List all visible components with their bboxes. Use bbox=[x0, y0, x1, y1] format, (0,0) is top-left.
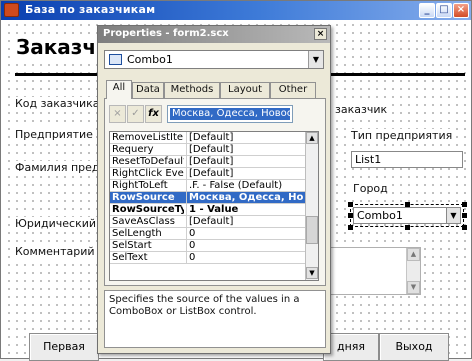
exit-button[interactable]: Выход bbox=[379, 333, 449, 361]
foxpro-app-icon bbox=[4, 3, 19, 17]
property-value: [Default] bbox=[186, 132, 304, 143]
property-name: ResetToDefault bbox=[112, 156, 184, 167]
property-grid-scrollbar[interactable]: ▲ ▼ bbox=[305, 132, 318, 280]
property-row[interactable]: SelStart 0 bbox=[110, 240, 306, 252]
first-record-button[interactable]: Первая bbox=[29, 333, 99, 361]
scroll-up-icon[interactable]: ▲ bbox=[306, 132, 318, 144]
property-value: [Default] bbox=[186, 168, 304, 179]
selection-handle[interactable] bbox=[348, 202, 353, 207]
selection-handle[interactable] bbox=[348, 213, 353, 218]
maximize-button[interactable]: □ bbox=[436, 3, 452, 18]
label-legal-address[interactable]: Юридический а bbox=[13, 217, 109, 230]
selection-handle[interactable] bbox=[462, 225, 467, 230]
property-row[interactable]: RowSourceType 1 - Value bbox=[110, 204, 306, 216]
selection-handle[interactable] bbox=[405, 202, 410, 207]
property-value-text: Москва, Одесса, Новосиби bbox=[170, 108, 293, 120]
comments-editbox[interactable]: ▲ ▼ bbox=[327, 247, 421, 295]
property-value: 1 - Value bbox=[186, 204, 304, 215]
property-row[interactable]: Requery [Default] bbox=[110, 144, 306, 156]
label-city[interactable]: Город bbox=[351, 182, 390, 195]
property-name: RightClick Event bbox=[112, 168, 184, 179]
property-name: Requery bbox=[112, 144, 154, 155]
property-name: SelText bbox=[112, 252, 148, 263]
property-name: RemoveListItem bbox=[112, 132, 184, 143]
property-name: SaveAsClass bbox=[112, 216, 175, 227]
chevron-down-icon[interactable]: ▼ bbox=[446, 208, 460, 223]
property-row[interactable]: SelText 0 bbox=[110, 252, 306, 264]
selection-handle[interactable] bbox=[462, 213, 467, 218]
cancel-value-button[interactable]: × bbox=[109, 105, 126, 123]
property-value-input[interactable]: Москва, Одесса, Новосиби bbox=[167, 105, 293, 123]
tab-other[interactable]: Other bbox=[270, 82, 316, 98]
form-title-bar[interactable]: База по заказчикам _ □ × bbox=[1, 1, 471, 20]
property-row[interactable]: ResetToDefault [Default] bbox=[110, 156, 306, 168]
tab-layout[interactable]: Layout bbox=[220, 82, 270, 98]
property-description: Specifies the source of the values in a … bbox=[104, 290, 326, 348]
tab-all[interactable]: All bbox=[106, 80, 132, 99]
property-row[interactable]: RemoveListItem [Default] bbox=[110, 132, 306, 144]
label-comments[interactable]: Комментарий bbox=[13, 245, 97, 258]
close-button[interactable]: × bbox=[453, 3, 469, 18]
scroll-up-icon[interactable]: ▲ bbox=[407, 248, 420, 261]
expression-builder-button[interactable]: fx bbox=[145, 105, 162, 123]
properties-window: Properties - form2.scx × Combo1 ▼ All Da… bbox=[97, 25, 331, 354]
selection-handle[interactable] bbox=[462, 202, 467, 207]
properties-title: Properties - form2.scx bbox=[103, 28, 229, 39]
label-customer[interactable]: заказчик bbox=[333, 103, 390, 116]
label-customer-code[interactable]: Код заказчика bbox=[13, 97, 102, 110]
label-enterprise[interactable]: Предприятие bbox=[13, 128, 95, 141]
property-value: 0 bbox=[186, 228, 304, 239]
tab-data[interactable]: Data bbox=[132, 82, 164, 98]
label-enterprise-type[interactable]: Тип предприятия bbox=[349, 129, 455, 142]
property-value: 0 bbox=[186, 252, 304, 263]
selection-handle[interactable] bbox=[348, 225, 353, 230]
city-combobox-text: Combo1 bbox=[357, 209, 403, 222]
property-value: 0 bbox=[186, 240, 304, 251]
property-name: RightToLeft bbox=[112, 180, 168, 191]
object-selector[interactable]: Combo1 ▼ bbox=[104, 50, 324, 69]
combobox-object-icon bbox=[109, 54, 122, 65]
selection-handle[interactable] bbox=[405, 225, 410, 230]
scroll-down-icon[interactable]: ▼ bbox=[306, 267, 318, 279]
scrollbar-thumb[interactable] bbox=[306, 216, 318, 244]
last-record-button[interactable]: дняя bbox=[323, 333, 379, 361]
property-grid[interactable]: RemoveListItem [Default] Requery [Defaul… bbox=[109, 131, 319, 281]
tab-methods[interactable]: Methods bbox=[164, 82, 220, 98]
property-name: SelStart bbox=[112, 240, 152, 251]
property-name: SelLength bbox=[112, 228, 162, 239]
chevron-down-icon[interactable]: ▼ bbox=[308, 51, 323, 68]
property-value-bar: × ✓ fx Москва, Одесса, Новосиби bbox=[109, 105, 321, 123]
comments-scrollbar[interactable]: ▲ ▼ bbox=[406, 248, 420, 294]
properties-panel: × ✓ fx Москва, Одесса, Новосиби RemoveLi… bbox=[104, 98, 326, 286]
form-title: База по заказчикам bbox=[25, 3, 156, 16]
property-name: RowSourceType bbox=[112, 204, 184, 215]
close-icon[interactable]: × bbox=[314, 28, 327, 40]
property-row[interactable]: RightToLeft .F. - False (Default) bbox=[110, 180, 306, 192]
scroll-down-icon[interactable]: ▼ bbox=[407, 281, 420, 294]
property-row[interactable]: SelLength 0 bbox=[110, 228, 306, 240]
object-selector-text: Combo1 bbox=[127, 53, 173, 66]
enterprise-type-listbox[interactable]: List1 bbox=[351, 151, 463, 168]
property-row[interactable]: SaveAsClass [Default] bbox=[110, 216, 306, 228]
property-row[interactable]: RightClick Event [Default] bbox=[110, 168, 306, 180]
properties-title-bar[interactable]: Properties - form2.scx × bbox=[98, 26, 330, 43]
property-value: [Default] bbox=[186, 144, 304, 155]
property-value: [Default] bbox=[186, 156, 304, 167]
property-value: .F. - False (Default) bbox=[186, 180, 304, 191]
city-combobox[interactable]: Combo1 ▼ bbox=[350, 204, 464, 227]
label-surname[interactable]: Фамилия предс bbox=[13, 161, 108, 174]
minimize-button[interactable]: _ bbox=[419, 3, 435, 18]
property-row-selected[interactable]: RowSource Москва, Одесса, Нов bbox=[110, 192, 306, 204]
property-value: [Default] bbox=[186, 216, 304, 227]
accept-value-button[interactable]: ✓ bbox=[127, 105, 144, 123]
property-name: RowSource bbox=[112, 192, 175, 203]
property-value: Москва, Одесса, Нов bbox=[186, 192, 304, 203]
